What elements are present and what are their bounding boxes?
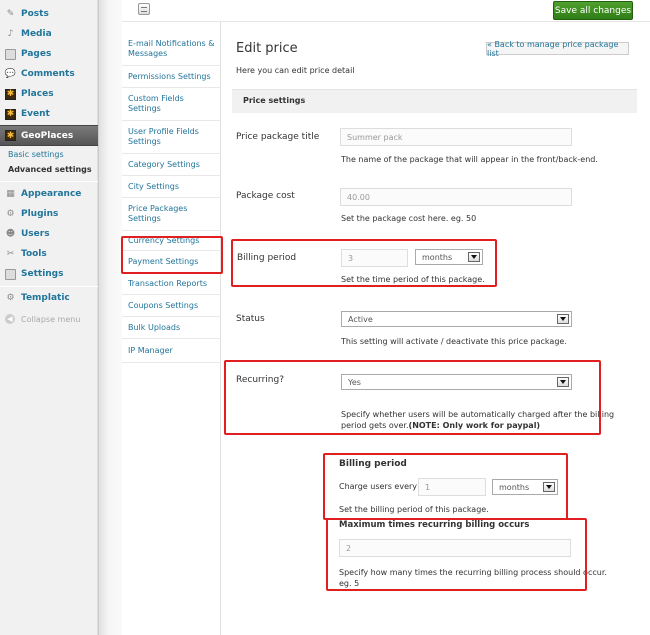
status-select[interactable]: Active	[341, 311, 572, 327]
tools-icon: ✂	[6, 249, 15, 259]
subnav-bulk-uploads[interactable]: Bulk Uploads	[122, 317, 221, 339]
back-to-price-list-button[interactable]: « Back to manage price package list	[486, 40, 629, 58]
billing-period-unit-select[interactable]: months	[415, 249, 483, 265]
subnav-coupons-settings[interactable]: Coupons Settings	[122, 295, 221, 317]
package-title-label: Price package title	[236, 132, 320, 142]
recurring-value: Yes	[348, 377, 361, 387]
comments-icon: 💬	[4, 69, 17, 79]
menu-appearance[interactable]: ▦ Appearance	[0, 184, 98, 204]
menu-templatic[interactable]: ⚙ Templatic	[0, 288, 98, 308]
collapse-menu-button[interactable]: ◀ Collapse menu	[5, 314, 80, 324]
pin-icon: ✎	[6, 9, 15, 19]
subnav-custom-fields-settings[interactable]: Custom Fields Settings	[122, 88, 221, 121]
subnav-currency-settings[interactable]: Currency Settings	[122, 231, 221, 251]
save-all-changes-button[interactable]: Save all changes	[553, 1, 633, 20]
subnav-payment-settings[interactable]: Payment Settings	[122, 251, 221, 273]
chevron-down-icon	[543, 482, 555, 492]
package-cost-input[interactable]: 40.00	[340, 188, 572, 206]
section-title: Price settings	[243, 96, 306, 105]
recurring-billing-period-title: Billing period	[339, 459, 407, 469]
status-label: Status	[236, 314, 265, 324]
menu-event[interactable]: ✱ Event	[0, 104, 98, 124]
package-title-input[interactable]: Summer pack	[340, 128, 572, 146]
geoplaces-icon: ✱	[5, 130, 16, 141]
status-value: Active	[348, 314, 373, 324]
event-icon: ✱	[5, 108, 16, 120]
gear-icon: ⚙	[6, 293, 15, 303]
menu-places[interactable]: ✱ Places	[0, 84, 98, 104]
menu-tools[interactable]: ✂ Tools	[0, 244, 98, 264]
subnav-transaction-reports[interactable]: Transaction Reports	[122, 273, 221, 295]
chevron-down-icon	[557, 377, 569, 387]
recurring-billing-unit-value: months	[499, 482, 530, 492]
submenu-advanced-settings[interactable]: Advanced settings	[8, 165, 92, 174]
recurring-billing-period-help: Set the billing period of this package.	[339, 505, 489, 514]
subnav-user-profile-fields[interactable]: User Profile Fields Settings	[122, 121, 221, 154]
submenu-basic-settings[interactable]: Basic settings	[8, 150, 64, 159]
recurring-select[interactable]: Yes	[341, 374, 572, 390]
package-cost-label: Package cost	[236, 191, 295, 201]
billing-period-unit-value: months	[422, 252, 453, 262]
menu-settings[interactable]: Settings	[0, 264, 98, 284]
settings-icon	[5, 268, 16, 280]
subnav-price-packages-settings[interactable]: Price Packages Settings	[122, 198, 221, 231]
package-title-help: The name of the package that will appear…	[341, 155, 598, 164]
billing-period-help: Set the time period of this package.	[341, 275, 485, 284]
places-icon: ✱	[5, 88, 16, 100]
collapse-arrow-icon: ◀	[5, 314, 15, 324]
billing-period-input[interactable]: 3	[341, 249, 408, 267]
plugins-icon: ⚙	[6, 209, 15, 219]
subnav-permissions-settings[interactable]: Permissions Settings	[122, 66, 221, 88]
menu-separator	[0, 181, 98, 182]
charge-users-every-label: Charge users every	[339, 482, 418, 491]
media-icon: ♪	[7, 29, 14, 39]
subnav-category-settings[interactable]: Category Settings	[122, 154, 221, 176]
subnav-city-settings[interactable]: City Settings	[122, 176, 221, 198]
menu-posts[interactable]: ✎ Posts	[0, 4, 98, 24]
max-recurring-title: Maximum times recurring billing occurs	[339, 520, 530, 530]
appearance-icon: ▦	[6, 189, 15, 199]
menu-users[interactable]: ☻ Users	[0, 224, 98, 244]
subnav-ip-manager[interactable]: IP Manager	[122, 339, 221, 363]
menu-media[interactable]: ♪ Media	[0, 24, 98, 44]
recurring-note: (NOTE: Only work for paypal)	[408, 421, 541, 430]
recurring-label: Recurring?	[236, 375, 284, 385]
templatic-logo-icon	[138, 3, 150, 15]
page-description: Here you can edit price detail	[236, 66, 355, 75]
billing-period-label: Billing period	[237, 253, 297, 263]
menu-pages[interactable]: Pages	[0, 44, 98, 64]
recurring-help: Specify whether users will be automatica…	[341, 410, 615, 430]
chevron-down-icon	[557, 314, 569, 324]
page-title: Edit price	[236, 41, 298, 56]
status-help: This setting will activate / deactivate …	[341, 337, 567, 346]
package-cost-help: Set the package cost here. eg. 50	[341, 214, 477, 223]
max-recurring-help: Specify how many times the recurring bil…	[339, 568, 607, 588]
pages-icon	[5, 48, 16, 60]
max-recurring-input[interactable]: 2	[339, 539, 571, 557]
subnav-email-notifications[interactable]: E-mail Notifications & Messages	[122, 32, 221, 66]
menu-geoplaces[interactable]: ✱ GeoPlaces	[0, 125, 98, 146]
menu-shadow	[98, 0, 122, 635]
recurring-billing-period-input[interactable]: 1	[418, 478, 486, 496]
menu-separator	[0, 286, 98, 287]
users-icon: ☻	[5, 229, 16, 239]
menu-plugins[interactable]: ⚙ Plugins	[0, 204, 98, 224]
chevron-down-icon	[468, 252, 480, 262]
menu-comments[interactable]: 💬 Comments	[0, 64, 98, 84]
admin-menu: ✎ Posts ♪ Media Pages 💬 Comments ✱ Place…	[0, 0, 98, 635]
recurring-billing-unit-select[interactable]: months	[492, 479, 558, 495]
